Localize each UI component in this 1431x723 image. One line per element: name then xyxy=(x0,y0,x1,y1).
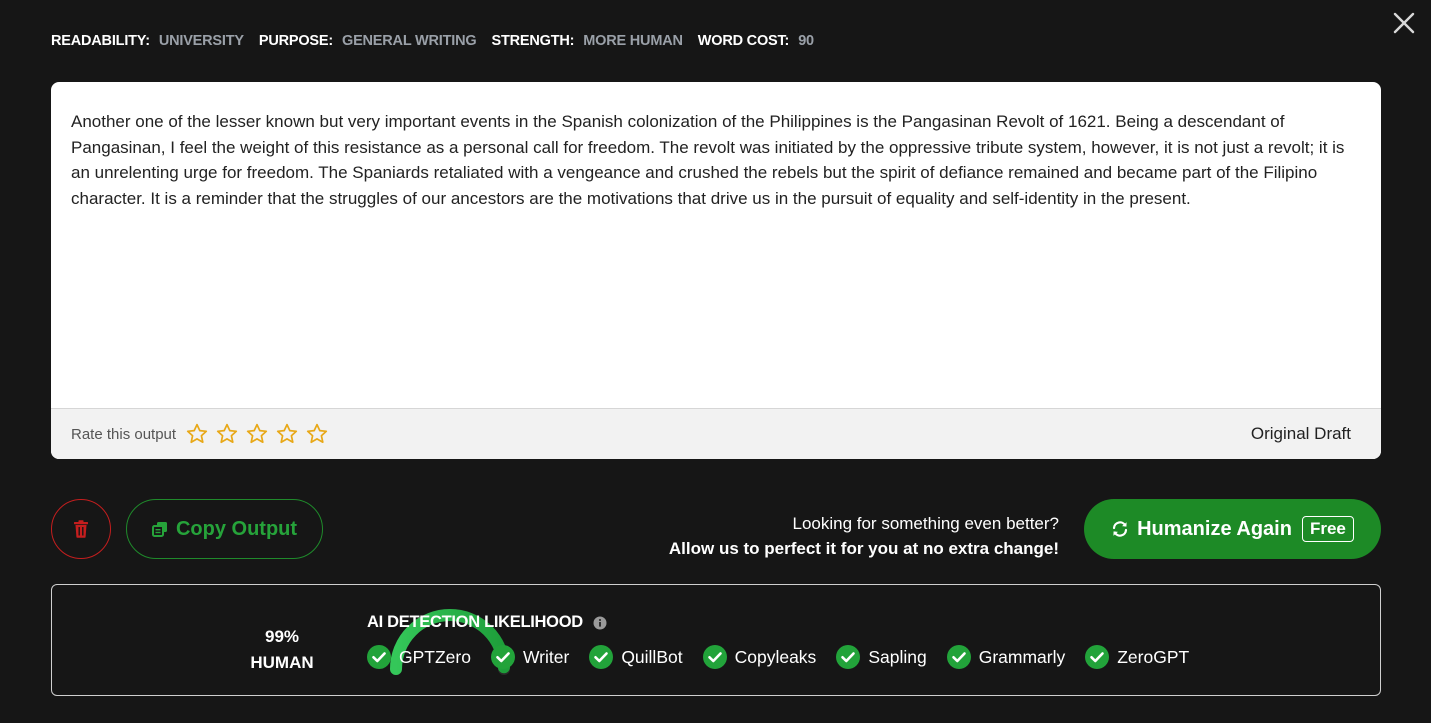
close-icon xyxy=(1393,12,1415,34)
star-outline-icon xyxy=(276,423,298,444)
strength-value: MORE HUMAN xyxy=(583,33,683,49)
check-circle-icon xyxy=(702,645,727,669)
rating-star-1[interactable] xyxy=(185,422,209,446)
human-score-percent: 99% xyxy=(264,627,300,646)
promo-line-1: Looking for something even better? xyxy=(792,514,1059,533)
star-outline-icon xyxy=(306,423,328,444)
rating-star-4[interactable] xyxy=(275,422,299,446)
rating-star-3[interactable] xyxy=(245,422,269,446)
output-card: Another one of the lesser known but very… xyxy=(51,82,1381,459)
detector-item: Grammarly xyxy=(946,645,1066,669)
detector-name: Grammarly xyxy=(978,646,1066,667)
settings-summary: READABILITY: UNIVERSITY PURPOSE: GENERAL… xyxy=(51,33,829,49)
original-draft-link[interactable]: Original Draft xyxy=(1251,424,1351,444)
star-outline-icon xyxy=(186,423,208,444)
detector-name: GPTZero xyxy=(399,646,471,667)
ai-detection-card: 99% HUMAN AI DETECTION LIKELIHOOD GPTZer… xyxy=(51,584,1381,696)
delete-button[interactable] xyxy=(51,499,111,559)
rating-stars xyxy=(185,422,329,446)
rate-label: Rate this output xyxy=(71,425,177,443)
detector-list: GPTZero Writer QuillBot Copyleaks Sapling Gra… xyxy=(367,645,1209,669)
detector-item: Writer xyxy=(490,645,570,669)
output-text[interactable]: Another one of the lesser known but very… xyxy=(51,82,1381,408)
copy-output-button[interactable]: Copy Output xyxy=(126,499,323,559)
check-circle-icon xyxy=(836,645,861,669)
copy-output-label: Copy Output xyxy=(175,517,298,540)
star-outline-icon xyxy=(246,423,268,444)
refresh-icon xyxy=(1113,521,1128,537)
detector-item: Sapling xyxy=(836,645,927,669)
detector-name: Copyleaks xyxy=(734,646,817,667)
star-outline-icon xyxy=(216,423,238,444)
detector-name: Sapling xyxy=(868,646,927,667)
trash-icon xyxy=(74,520,88,538)
rating-star-2[interactable] xyxy=(215,422,239,446)
purpose-value: GENERAL WRITING xyxy=(341,33,477,49)
word-cost-value: 90 xyxy=(798,33,814,49)
human-score-label: HUMAN xyxy=(250,653,314,672)
check-circle-icon xyxy=(589,645,614,669)
purpose-label: PURPOSE: xyxy=(258,33,333,49)
detector-item: Copyleaks xyxy=(702,645,817,669)
detector-name: Writer xyxy=(522,646,570,667)
close-button[interactable] xyxy=(1391,10,1417,36)
human-score-gauge: 99% HUMAN xyxy=(220,585,510,697)
info-icon[interactable] xyxy=(593,616,607,630)
copy-icon xyxy=(151,522,167,537)
word-cost-label: WORD COST: xyxy=(697,33,790,49)
detector-name: ZeroGPT xyxy=(1117,646,1190,667)
humanize-again-label: Humanize Again xyxy=(1137,517,1292,540)
check-circle-icon xyxy=(490,645,515,669)
humanize-again-button[interactable]: Humanize Again Free xyxy=(1084,499,1381,559)
strength-label: STRENGTH: xyxy=(491,33,575,49)
output-footer: Rate this output Original Draft xyxy=(51,408,1381,459)
check-circle-icon xyxy=(367,645,391,669)
rating-star-5[interactable] xyxy=(305,422,329,446)
detection-title: AI DETECTION LIKELIHOOD xyxy=(367,613,607,632)
free-badge: Free xyxy=(1301,516,1354,542)
detector-name: QuillBot xyxy=(621,646,683,667)
readability-label: READABILITY: xyxy=(51,33,150,49)
promo-text: Looking for something even better? Allow… xyxy=(669,511,1059,561)
detector-item: ZeroGPT xyxy=(1085,645,1189,669)
detector-item: QuillBot xyxy=(589,645,683,669)
detector-item: GPTZero xyxy=(367,645,471,669)
detection-title-text: AI DETECTION LIKELIHOOD xyxy=(367,613,583,631)
check-circle-icon xyxy=(946,645,971,669)
check-circle-icon xyxy=(1085,645,1110,669)
promo-line-2: Allow us to perfect it for you at no ext… xyxy=(668,539,1059,558)
readability-value: UNIVERSITY xyxy=(158,33,244,49)
